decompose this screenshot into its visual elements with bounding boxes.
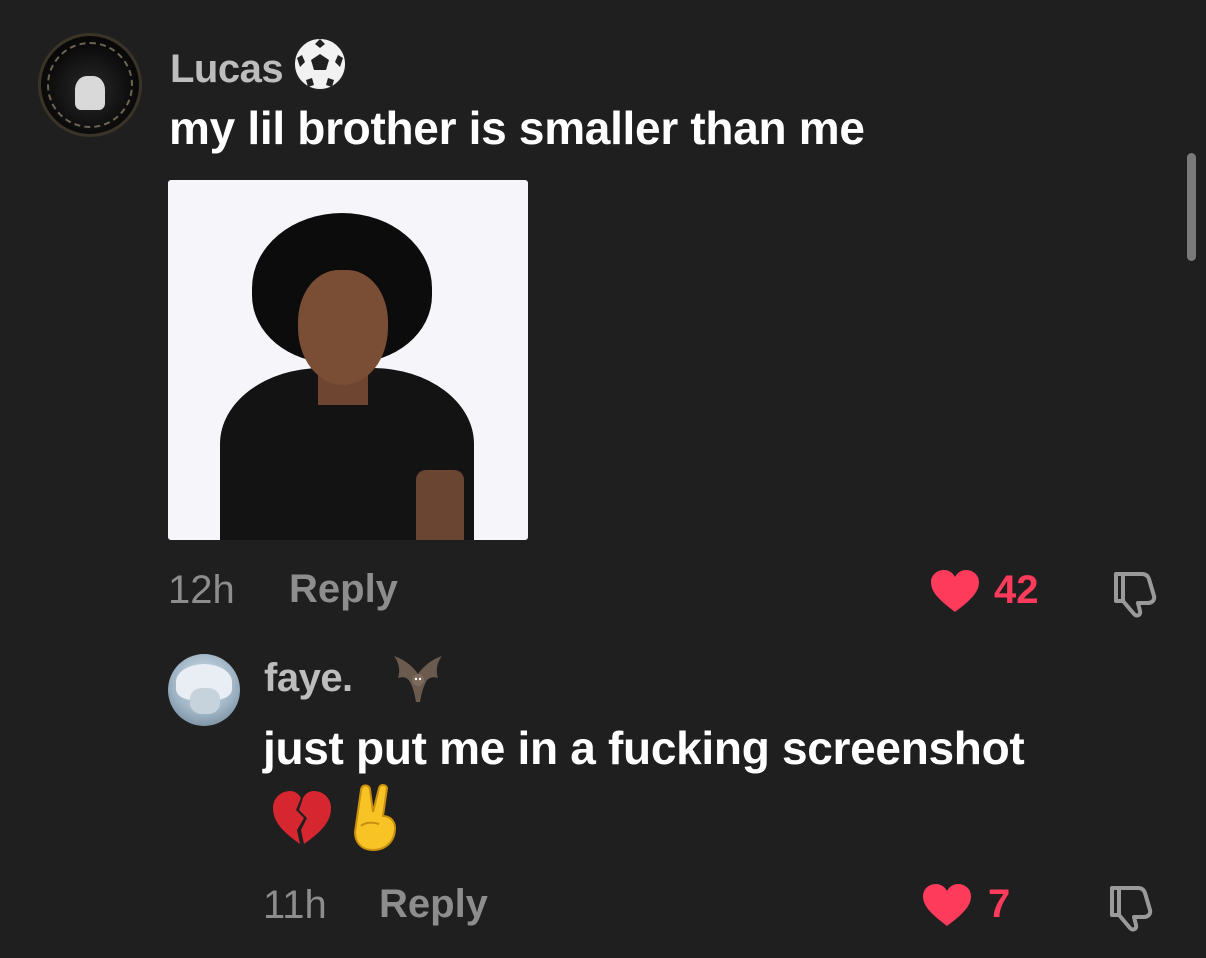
heart-icon[interactable]: [921, 882, 973, 928]
photo-face: [298, 270, 388, 385]
like-count: 7: [988, 882, 1011, 926]
peace-hand-emoji: [349, 782, 401, 861]
scrollbar[interactable]: [1187, 153, 1196, 261]
username-text: Lucas: [170, 47, 284, 91]
bat-emoji: [394, 656, 442, 702]
reply-button[interactable]: Reply: [289, 567, 398, 612]
comment-text: my lil brother is smaller than me: [169, 102, 865, 154]
avatar-faye[interactable]: [168, 654, 240, 726]
reply-button[interactable]: Reply: [379, 882, 488, 927]
like-count: 42: [994, 568, 1039, 612]
comment-time: 12h: [168, 568, 235, 612]
avatar-lucas[interactable]: [38, 33, 142, 137]
photo-arm: [416, 470, 464, 540]
reply-text: just put me in a fucking screenshot: [263, 722, 1025, 774]
dislike-icon[interactable]: [1102, 880, 1156, 932]
reply-username[interactable]: faye.: [264, 656, 353, 701]
comment-username[interactable]: Lucas: [170, 36, 348, 92]
dislike-icon[interactable]: [1106, 566, 1160, 618]
soccer-ball-emoji: [292, 37, 347, 91]
reply-time: 11h: [263, 883, 327, 927]
avatar-face: [190, 688, 220, 714]
broken-heart-emoji: [273, 791, 331, 844]
avatar-figure: [75, 76, 105, 110]
comment-photo[interactable]: [168, 180, 528, 540]
heart-icon[interactable]: [929, 568, 981, 614]
